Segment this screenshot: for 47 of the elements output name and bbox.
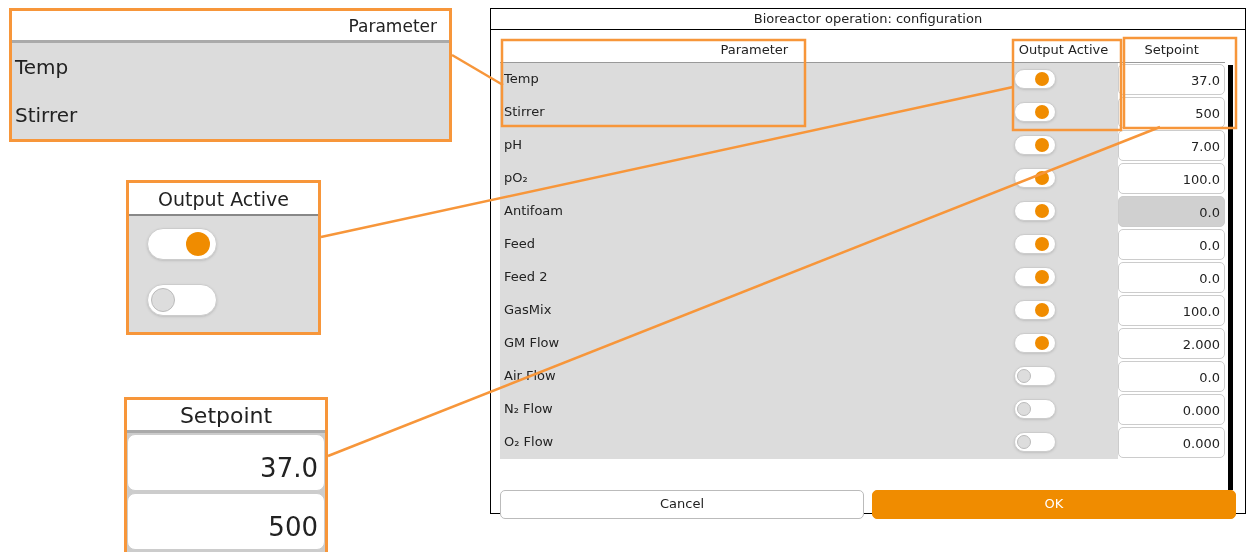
setpoint-field[interactable]: 0.000 bbox=[1118, 393, 1225, 425]
column-header: Output Active bbox=[1017, 40, 1110, 59]
column-header: Output Active bbox=[158, 186, 289, 212]
setpoint-field[interactable]: 2.000 bbox=[1118, 327, 1225, 359]
column-header: Parameter bbox=[719, 40, 790, 59]
setpoint-field[interactable]: 37.0 bbox=[127, 434, 325, 491]
parameter-label: GM Flow bbox=[504, 334, 560, 353]
toggle-switch[interactable] bbox=[147, 228, 217, 260]
toggle-switch[interactable] bbox=[1013, 333, 1056, 353]
parameter-label: Antifoam bbox=[504, 202, 563, 221]
parameter-label: pH bbox=[504, 136, 523, 155]
setpoint-field[interactable]: 0.000 bbox=[1118, 426, 1225, 458]
column-header: Parameter bbox=[348, 14, 437, 38]
window-title: Bioreactor operation: configuration bbox=[491, 9, 1245, 30]
parameter-label: Stirrer bbox=[504, 103, 545, 122]
toggle-switch[interactable] bbox=[147, 284, 217, 316]
setpoint-field[interactable]: 37.0 bbox=[1118, 63, 1225, 95]
toggle-switch[interactable] bbox=[1013, 432, 1056, 452]
setpoint-field[interactable]: 100.0 bbox=[1118, 294, 1225, 326]
column-header: Setpoint bbox=[1143, 40, 1200, 59]
parameter-label: Feed 2 bbox=[504, 268, 548, 287]
setpoint-field[interactable]: 500 bbox=[127, 493, 325, 550]
toggle-switch[interactable] bbox=[1013, 267, 1056, 287]
scrollbar[interactable] bbox=[1228, 64, 1233, 490]
setpoint-field[interactable]: 0.0 bbox=[1118, 228, 1225, 260]
setpoint-field[interactable]: 100.0 bbox=[1118, 162, 1225, 194]
parameter-label: O₂ Flow bbox=[504, 433, 554, 452]
parameter-label: Temp bbox=[15, 54, 69, 81]
setpoint-field[interactable]: 7.00 bbox=[1118, 129, 1225, 161]
toggle-switch[interactable] bbox=[1013, 135, 1056, 155]
column-header: Setpoint bbox=[179, 401, 273, 430]
toggle-switch[interactable] bbox=[1013, 399, 1056, 419]
parameter-label: N₂ Flow bbox=[504, 400, 553, 419]
setpoint-field[interactable]: 0.0 bbox=[1118, 360, 1225, 392]
parameter-label: GasMix bbox=[504, 301, 552, 320]
parameter-label: pO₂ bbox=[504, 169, 528, 188]
toggle-switch[interactable] bbox=[1013, 102, 1056, 122]
toggle-switch[interactable] bbox=[1013, 300, 1056, 320]
cancel-button[interactable]: Cancel bbox=[500, 489, 864, 519]
parameter-label: Feed bbox=[504, 235, 535, 254]
toggle-switch[interactable] bbox=[1013, 366, 1056, 386]
toggle-switch[interactable] bbox=[1013, 69, 1056, 89]
setpoint-field[interactable]: 0.0 bbox=[1118, 261, 1225, 293]
toggle-switch[interactable] bbox=[1013, 234, 1056, 254]
parameter-label: Stirrer bbox=[15, 102, 78, 129]
parameter-label: Temp bbox=[504, 70, 539, 89]
setpoint-field[interactable]: 500 bbox=[1118, 96, 1225, 128]
